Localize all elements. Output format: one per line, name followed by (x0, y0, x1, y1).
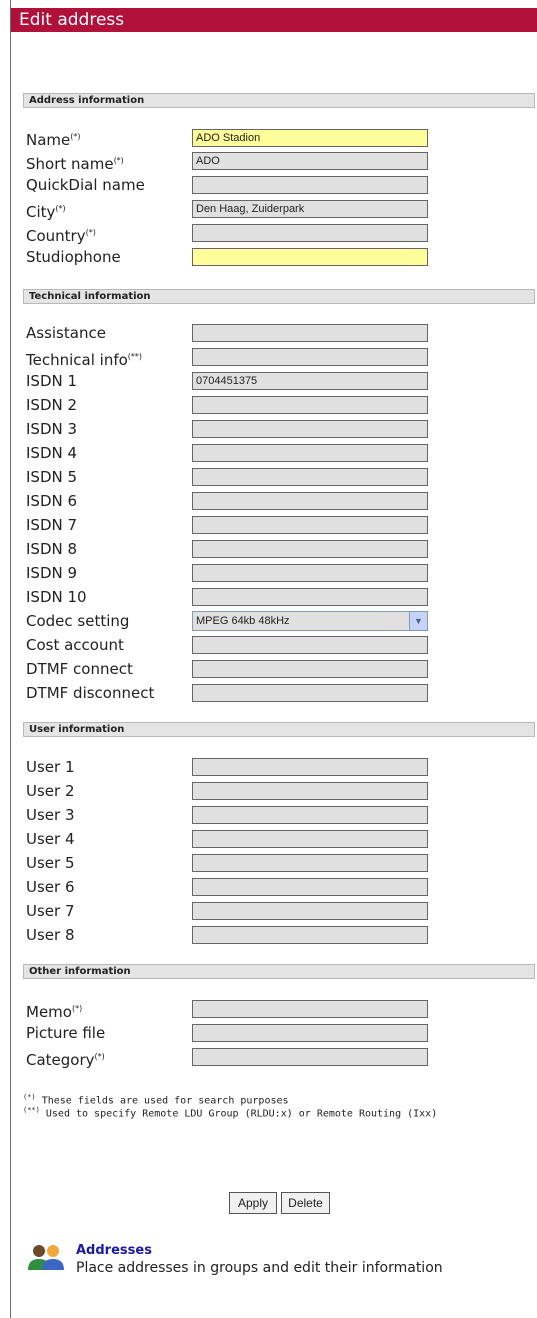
isdn-6-field[interactable] (192, 492, 428, 510)
assistance-field[interactable] (192, 324, 428, 342)
delete-button[interactable]: Delete (281, 1192, 330, 1214)
name-field[interactable]: ADO Stadion (192, 129, 428, 147)
memo-label: Memo(*) (26, 1003, 83, 1021)
section-technical-information: Technical information (23, 289, 535, 304)
user-5-field[interactable] (192, 854, 428, 872)
country-label: Country(*) (26, 227, 96, 245)
short-name-label: Short name(*) (26, 155, 124, 173)
memo-field[interactable] (192, 1000, 428, 1018)
user-1-field[interactable] (192, 758, 428, 776)
quickdial-field[interactable] (192, 176, 428, 194)
user-2-label: User 2 (26, 782, 75, 800)
isdn-6-label: ISDN 6 (26, 492, 78, 510)
apply-button[interactable]: Apply (229, 1192, 277, 1214)
isdn-5-label: ISDN 5 (26, 468, 78, 486)
page-title: Edit address (11, 8, 537, 32)
isdn-2-field[interactable] (192, 396, 428, 414)
isdn-4-label: ISDN 4 (26, 444, 78, 462)
user-8-field[interactable] (192, 926, 428, 944)
dtmf-disconnect-label: DTMF disconnect (26, 684, 155, 702)
studiophone-label: Studiophone (26, 248, 121, 266)
isdn-3-field[interactable] (192, 420, 428, 438)
user-7-field[interactable] (192, 902, 428, 920)
user-3-field[interactable] (192, 806, 428, 824)
quickdial-label: QuickDial name (26, 176, 145, 194)
isdn-5-field[interactable] (192, 468, 428, 486)
isdn-10-field[interactable] (192, 588, 428, 606)
user-4-label: User 4 (26, 830, 75, 848)
codec-setting-select[interactable]: MPEG 64kb 48kHz ▼ (192, 611, 428, 631)
isdn-1-label: ISDN 1 (26, 372, 78, 390)
section-other-information: Other information (23, 964, 535, 979)
users-group-icon[interactable] (26, 1242, 70, 1272)
addresses-link[interactable]: Addresses (76, 1243, 152, 1258)
technical-info-label: Technical info(**) (26, 351, 143, 369)
isdn-2-label: ISDN 2 (26, 396, 78, 414)
addresses-description: Place addresses in groups and edit their… (76, 1260, 443, 1276)
user-5-label: User 5 (26, 854, 75, 872)
category-field[interactable] (192, 1048, 428, 1066)
city-label: City(*) (26, 203, 66, 221)
category-label: Category(*) (26, 1051, 105, 1069)
picture-file-field[interactable] (192, 1024, 428, 1042)
dtmf-connect-label: DTMF connect (26, 660, 133, 678)
dtmf-disconnect-field[interactable] (192, 684, 428, 702)
isdn-8-field[interactable] (192, 540, 428, 558)
isdn-7-label: ISDN 7 (26, 516, 78, 534)
remote-routing-note: (**) Used to specify Remote LDU Group (R… (23, 1106, 438, 1120)
user-6-label: User 6 (26, 878, 75, 896)
isdn-4-field[interactable] (192, 444, 428, 462)
short-name-field[interactable]: ADO (192, 152, 428, 170)
isdn-3-label: ISDN 3 (26, 420, 78, 438)
picture-file-label: Picture file (26, 1024, 106, 1042)
user-1-label: User 1 (26, 758, 75, 776)
user-3-label: User 3 (26, 806, 75, 824)
user-2-field[interactable] (192, 782, 428, 800)
city-field[interactable]: Den Haag, Zuiderpark (192, 200, 428, 218)
cost-account-field[interactable] (192, 636, 428, 654)
name-label: Name(*) (26, 131, 81, 149)
isdn-8-label: ISDN 8 (26, 540, 78, 558)
codec-setting-label: Codec setting (26, 612, 130, 630)
section-address-information: Address information (23, 93, 535, 108)
codec-setting-value: MPEG 64kb 48kHz (196, 615, 290, 627)
user-7-label: User 7 (26, 902, 75, 920)
isdn-9-field[interactable] (192, 564, 428, 582)
assistance-label: Assistance (26, 324, 106, 342)
dtmf-connect-field[interactable] (192, 660, 428, 678)
cost-account-label: Cost account (26, 636, 124, 654)
technical-info-field[interactable] (192, 348, 428, 366)
isdn-7-field[interactable] (192, 516, 428, 534)
section-user-information: User information (23, 722, 535, 737)
isdn-10-label: ISDN 10 (26, 588, 87, 606)
user-8-label: User 8 (26, 926, 75, 944)
country-field[interactable] (192, 224, 428, 242)
chevron-down-icon[interactable]: ▼ (409, 612, 427, 630)
isdn-1-field[interactable]: 0704451375 (192, 372, 428, 390)
user-4-field[interactable] (192, 830, 428, 848)
isdn-9-label: ISDN 9 (26, 564, 78, 582)
user-6-field[interactable] (192, 878, 428, 896)
studiophone-field[interactable] (192, 248, 428, 266)
